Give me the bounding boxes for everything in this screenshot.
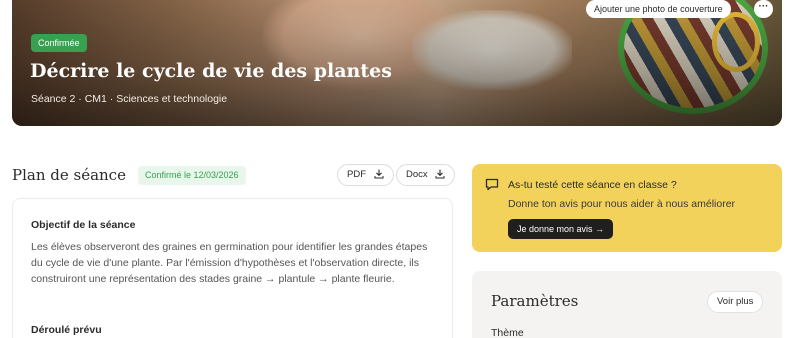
more-horizontal-icon: ··· (758, 1, 769, 12)
plan-card: Objectif de la séance Les élèves observe… (12, 198, 453, 338)
download-docx-button[interactable]: Docx (396, 164, 456, 187)
plan-title: Plan de séance (12, 166, 126, 184)
docx-label: Docx (406, 169, 428, 180)
download-icon (374, 167, 384, 187)
theme-label: Thème (491, 327, 524, 338)
feedback-subtitle: Donne ton avis pour nous aider à nous am… (508, 198, 736, 210)
feedback-card: As-tu testé cette séance en classe ? Don… (472, 164, 782, 252)
see-more-button[interactable]: Voir plus (707, 291, 764, 313)
session-meta: Séance 2 · CM1 · Sciences et technologie (31, 93, 228, 105)
confirmed-date-badge: Confirmé le 12/03/2026 (138, 166, 246, 185)
download-icon (435, 167, 445, 187)
status-badge: Confirmée (31, 34, 87, 52)
deroule-heading: Déroulé prévu (31, 324, 102, 336)
give-feedback-button[interactable]: Je donne mon avis → (508, 219, 614, 239)
download-pdf-button[interactable]: PDF (337, 164, 394, 186)
more-options-button[interactable]: ··· (754, 0, 773, 18)
feedback-title: As-tu testé cette séance en classe ? (508, 179, 677, 191)
pdf-label: PDF (347, 169, 366, 180)
objective-text: Les élèves observeront des graines en ge… (31, 241, 428, 285)
params-card: Paramètres Voir plus Thème (472, 271, 782, 338)
objective-heading: Objectif de la séance (31, 219, 136, 231)
message-square-icon (485, 178, 499, 196)
page-title: Décrire le cycle de vie des plantes (30, 60, 392, 82)
params-title: Paramètres (491, 292, 579, 310)
add-cover-photo-button[interactable]: Ajouter une photo de couverture (586, 0, 731, 18)
